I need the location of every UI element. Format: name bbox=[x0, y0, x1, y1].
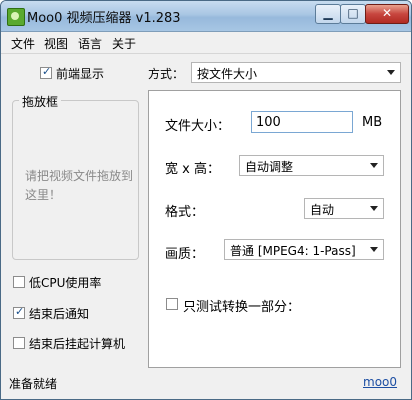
quality-label: 画质： bbox=[165, 247, 205, 262]
format-value: 自动 bbox=[310, 203, 335, 217]
file-size-unit: MB bbox=[362, 115, 383, 130]
window-title: Moo0 视频压缩器 v1.283 bbox=[27, 11, 181, 26]
chevron-down-icon bbox=[370, 247, 378, 252]
maximize-icon: □ bbox=[347, 6, 359, 20]
menu-bar: 文件 视图 语言 关于 bbox=[1, 32, 411, 54]
app-icon bbox=[7, 8, 25, 26]
moo0-link[interactable]: moo0 bbox=[363, 375, 397, 389]
dimensions-label: 宽 x 高： bbox=[165, 162, 220, 177]
minimize-button[interactable]: ▁ bbox=[315, 4, 341, 24]
dimensions-select[interactable]: 自动调整 bbox=[239, 155, 384, 176]
mode-label: 方式： bbox=[148, 67, 185, 81]
status-text: 准备就绪 bbox=[9, 377, 58, 391]
mode-select[interactable]: 按文件大小 bbox=[191, 62, 401, 83]
notify-end-checkbox[interactable] bbox=[13, 305, 25, 319]
chevron-down-icon bbox=[370, 163, 378, 168]
chevron-down-icon bbox=[387, 70, 395, 75]
dimensions-value: 自动调整 bbox=[245, 160, 294, 174]
test-part-label: 只测试转换一部分： bbox=[183, 300, 301, 315]
app-window: Moo0 视频压缩器 v1.283 ▁ □ ✕ 文件 视图 语言 关于 前端显示… bbox=[0, 0, 412, 400]
file-size-label: 文件大小： bbox=[165, 119, 231, 134]
settings-panel: 文件大小： 100 MB 宽 x 高： 自动调整 格式： 自动 画质： 普通 [… bbox=[148, 90, 401, 368]
drop-box[interactable]: 拖放框 请把视频文件拖放到这里！ bbox=[12, 93, 139, 260]
minimize-icon: ▁ bbox=[323, 6, 333, 20]
status-bar: 准备就绪 moo0 bbox=[1, 373, 411, 399]
hibernate-end-checkbox[interactable] bbox=[13, 337, 25, 349]
file-size-input[interactable]: 100 bbox=[251, 111, 353, 133]
menu-about[interactable]: 关于 bbox=[112, 35, 136, 52]
notify-end-label: 结束后通知 bbox=[29, 307, 90, 321]
always-on-top-checkbox[interactable] bbox=[40, 65, 52, 79]
test-part-checkbox[interactable] bbox=[166, 298, 178, 310]
menu-view[interactable]: 视图 bbox=[44, 35, 68, 52]
maximize-button[interactable]: □ bbox=[340, 4, 366, 24]
format-label: 格式： bbox=[165, 205, 205, 220]
mode-value: 按文件大小 bbox=[197, 67, 258, 81]
chevron-down-icon bbox=[370, 206, 378, 211]
close-icon: ✕ bbox=[381, 6, 393, 20]
menu-language[interactable]: 语言 bbox=[78, 35, 102, 52]
quality-select[interactable]: 普通 [MPEG4: 1-Pass] bbox=[224, 239, 384, 260]
drop-box-hint: 请把视频文件拖放到这里！ bbox=[25, 169, 134, 202]
title-bar: Moo0 视频压缩器 v1.283 ▁ □ ✕ bbox=[1, 1, 411, 32]
drop-box-title: 拖放框 bbox=[19, 93, 62, 110]
close-button[interactable]: ✕ bbox=[365, 4, 409, 24]
menu-file[interactable]: 文件 bbox=[11, 35, 35, 52]
file-size-value: 100 bbox=[256, 115, 281, 130]
low-cpu-checkbox[interactable] bbox=[13, 276, 25, 288]
low-cpu-label: 低CPU使用率 bbox=[29, 276, 102, 290]
always-on-top-label: 前端显示 bbox=[56, 67, 105, 81]
hibernate-end-label: 结束后挂起计算机 bbox=[29, 337, 126, 351]
format-select[interactable]: 自动 bbox=[304, 198, 384, 219]
quality-value: 普通 [MPEG4: 1-Pass] bbox=[230, 244, 356, 258]
